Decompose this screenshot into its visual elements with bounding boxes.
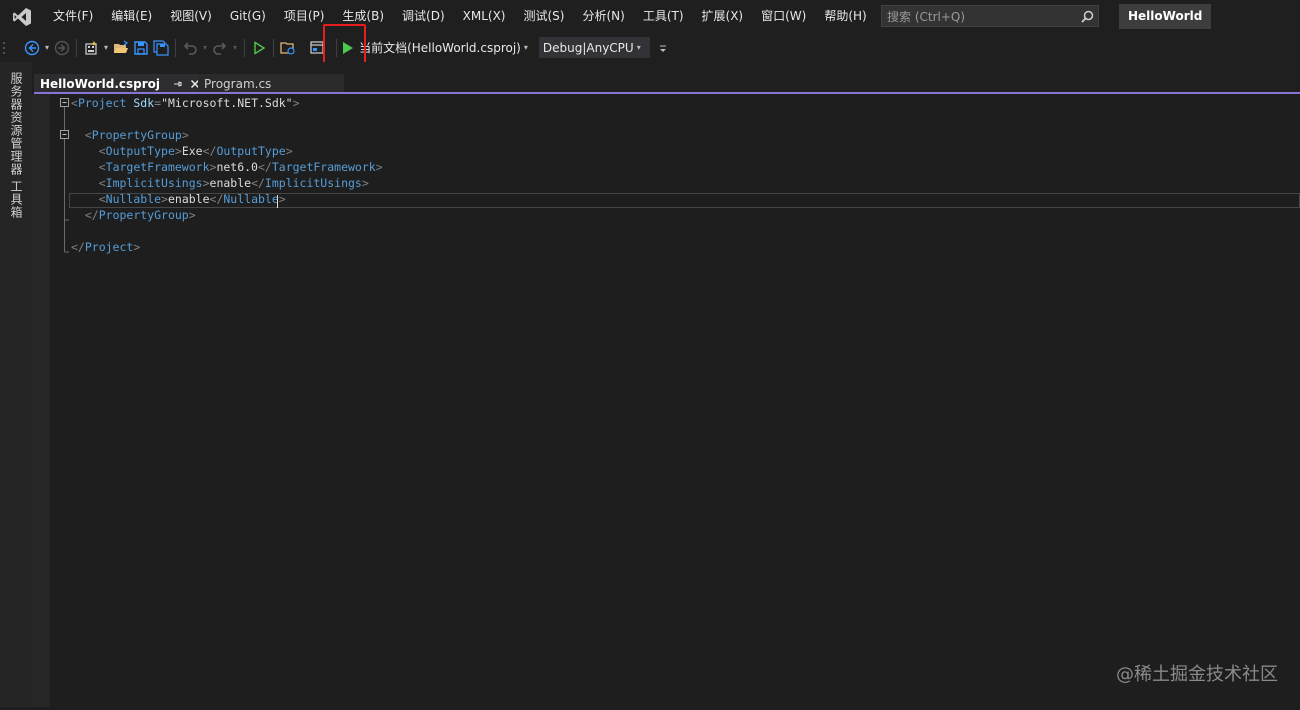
code-line-4: <OutputType>Exe</OutputType> <box>98 144 293 158</box>
toolbar-separator <box>273 38 275 57</box>
save-all-icon[interactable] <box>151 37 171 59</box>
search-icon[interactable] <box>1076 6 1098 26</box>
navigate-back-icon[interactable] <box>22 37 42 59</box>
toolbox-tab[interactable]: 工具箱 <box>8 180 25 219</box>
chevron-down-icon: ▾ <box>636 43 641 52</box>
chevron-down-icon[interactable]: ▾ <box>524 43 528 52</box>
code-line-10: </Project> <box>71 240 141 254</box>
start-without-debugging-icon[interactable] <box>249 37 269 59</box>
menu-bar: 文件(F) 编辑(E) 视图(V) Git(G) 项目(P) 生成(B) 调试(… <box>44 0 876 33</box>
code-line-7: <Nullable>enable</Nullable> <box>98 192 286 206</box>
open-file-icon[interactable] <box>111 37 131 59</box>
navigate-forward-icon[interactable] <box>52 37 72 59</box>
save-icon[interactable] <box>131 37 151 59</box>
chevron-down-icon[interactable]: ▾ <box>233 43 237 52</box>
menu-window[interactable]: 窗口(W) <box>752 0 815 33</box>
code-line-8: </PropertyGroup> <box>84 208 196 222</box>
code-line-5: <TargetFramework>net6.0</TargetFramework… <box>98 160 383 174</box>
new-project-icon[interactable] <box>81 37 101 59</box>
chevron-down-icon[interactable]: ▾ <box>104 43 108 52</box>
toolbar-overflow-icon[interactable] <box>656 37 670 59</box>
toolbar-separator <box>76 38 78 57</box>
outlining-margin <box>50 94 70 707</box>
menu-help[interactable]: 帮助(H) <box>815 0 875 33</box>
menu-git[interactable]: Git(G) <box>221 0 275 33</box>
solution-configuration-select[interactable]: Debug|AnyCPU ▾ <box>538 37 650 58</box>
configuration-value: Debug|AnyCPU <box>542 40 634 55</box>
menu-tools[interactable]: 工具(T) <box>634 0 693 33</box>
redo-icon[interactable] <box>210 37 230 59</box>
code-line-1: <Project Sdk="Microsoft.NET.Sdk"> <box>71 96 300 110</box>
menu-analyze[interactable]: 分析(N) <box>573 0 633 33</box>
pin-icon[interactable] <box>172 79 182 89</box>
undo-icon[interactable] <box>180 37 200 59</box>
code-editor[interactable]: <Project Sdk="Microsoft.NET.Sdk"> <Prope… <box>32 94 1300 707</box>
toolbar-separator <box>244 38 246 57</box>
menu-view[interactable]: 视图(V) <box>161 0 221 33</box>
toolbar-grip[interactable] <box>0 37 8 59</box>
start-debugging-button[interactable]: 当前文档(HelloWorld.csproj) <box>359 39 521 56</box>
solution-name-badge[interactable]: HelloWorld <box>1119 4 1212 29</box>
indicator-margin <box>32 94 50 707</box>
menu-test[interactable]: 测试(S) <box>514 0 573 33</box>
tab-program-cs[interactable]: Program.cs <box>198 74 344 94</box>
toolbar-separator <box>175 38 177 57</box>
menu-debug[interactable]: 调试(D) <box>393 0 454 33</box>
tab-label: HelloWorld.csproj <box>40 77 161 91</box>
title-bar: 文件(F) 编辑(E) 视图(V) Git(G) 项目(P) 生成(B) 调试(… <box>0 0 1300 33</box>
document-tab-strip: HelloWorld.csproj Program.cs <box>32 62 1300 94</box>
menu-file[interactable]: 文件(F) <box>44 0 102 33</box>
code-line-3: <PropertyGroup> <box>84 128 189 142</box>
menu-xml[interactable]: XML(X) <box>454 0 515 33</box>
chevron-down-icon[interactable]: ▾ <box>203 43 207 52</box>
tab-label: Program.cs <box>204 77 272 91</box>
text-caret <box>277 195 278 208</box>
menu-edit[interactable]: 编辑(E) <box>102 0 161 33</box>
visual-studio-logo-icon[interactable] <box>0 0 44 33</box>
search-placeholder: 搜索 (Ctrl+Q) <box>887 9 966 24</box>
browse-folder-icon[interactable] <box>278 37 298 59</box>
standard-toolbar: ▾ ▾ ▾ ▾ 当前文档(HelloWorld.csproj) ▾ Debug|… <box>0 33 1300 62</box>
menu-extensions[interactable]: 扩展(X) <box>693 0 753 33</box>
chevron-down-icon[interactable]: ▾ <box>45 43 49 52</box>
tab-helloworld-csproj[interactable]: HelloWorld.csproj <box>34 74 200 94</box>
side-tool-rail: 服务器资源管理器 工具箱 <box>0 62 32 707</box>
code-line-6: <ImplicitUsings>enable</ImplicitUsings> <box>98 176 369 190</box>
server-explorer-tab[interactable]: 服务器资源管理器 <box>8 72 25 176</box>
search-input[interactable]: 搜索 (Ctrl+Q) <box>881 5 1099 27</box>
outline-guides <box>60 98 69 253</box>
watermark-text: @稀土掘金技术社区 <box>1116 664 1278 685</box>
